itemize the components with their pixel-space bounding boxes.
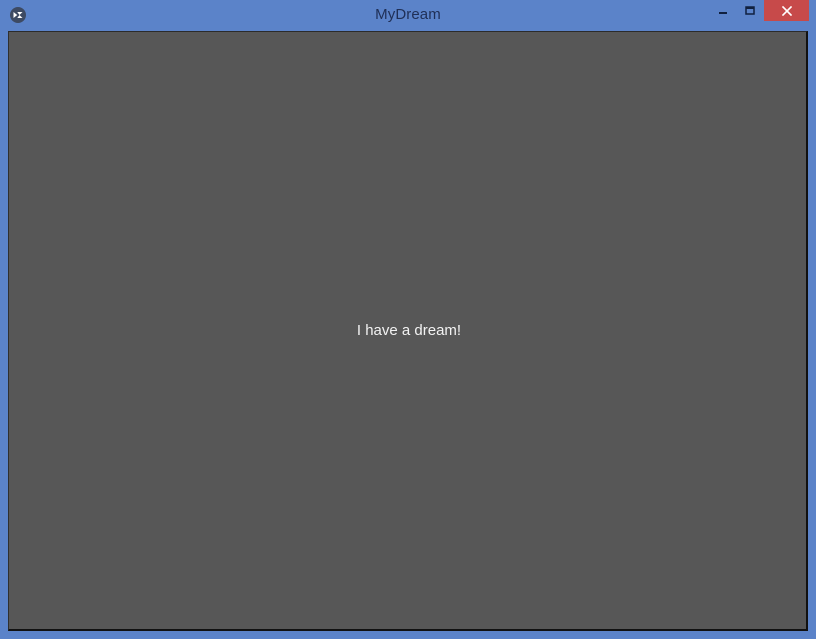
title-bar[interactable]: MyDream [0,0,816,31]
close-button[interactable] [764,0,809,21]
minimize-button[interactable] [709,0,736,21]
app-client-area: I have a dream! [8,31,808,631]
maximize-icon [744,5,755,16]
window-title: MyDream [375,6,441,23]
window-controls [709,0,809,21]
maximize-button[interactable] [736,0,763,21]
close-icon [781,5,792,16]
minimize-icon [718,6,728,16]
app-window: MyDream I have a dream! [0,0,816,639]
dream-message-label: I have a dream! [356,322,462,339]
